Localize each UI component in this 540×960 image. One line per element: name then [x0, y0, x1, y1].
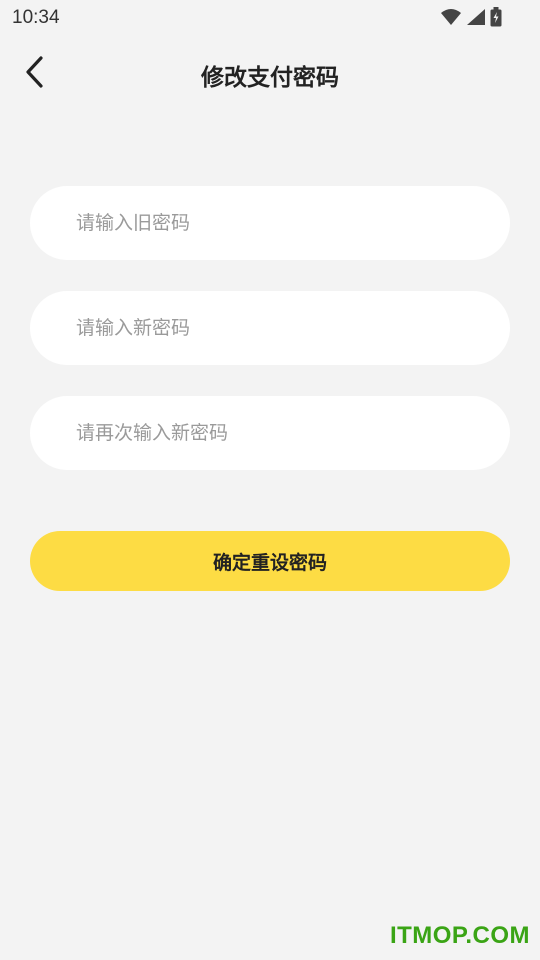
navigation-bar: 修改支付密码 — [0, 44, 540, 102]
old-password-input[interactable] — [30, 186, 510, 260]
confirm-password-input[interactable] — [30, 396, 510, 470]
confirm-reset-button[interactable]: 确定重设密码 — [30, 531, 510, 591]
status-time: 10:34 — [12, 7, 60, 28]
status-icons — [440, 7, 502, 31]
page-title: 修改支付密码 — [201, 65, 339, 91]
confirm-password-field[interactable] — [30, 396, 510, 470]
battery-icon — [490, 7, 502, 31]
new-password-field[interactable] — [30, 291, 510, 365]
status-bar: 10:34 — [0, 0, 540, 36]
wifi-icon — [440, 8, 462, 30]
new-password-input[interactable] — [30, 291, 510, 365]
watermark-logo: ITMOP.COM — [389, 922, 530, 949]
signal-icon — [466, 8, 486, 30]
old-password-field[interactable] — [30, 186, 510, 260]
